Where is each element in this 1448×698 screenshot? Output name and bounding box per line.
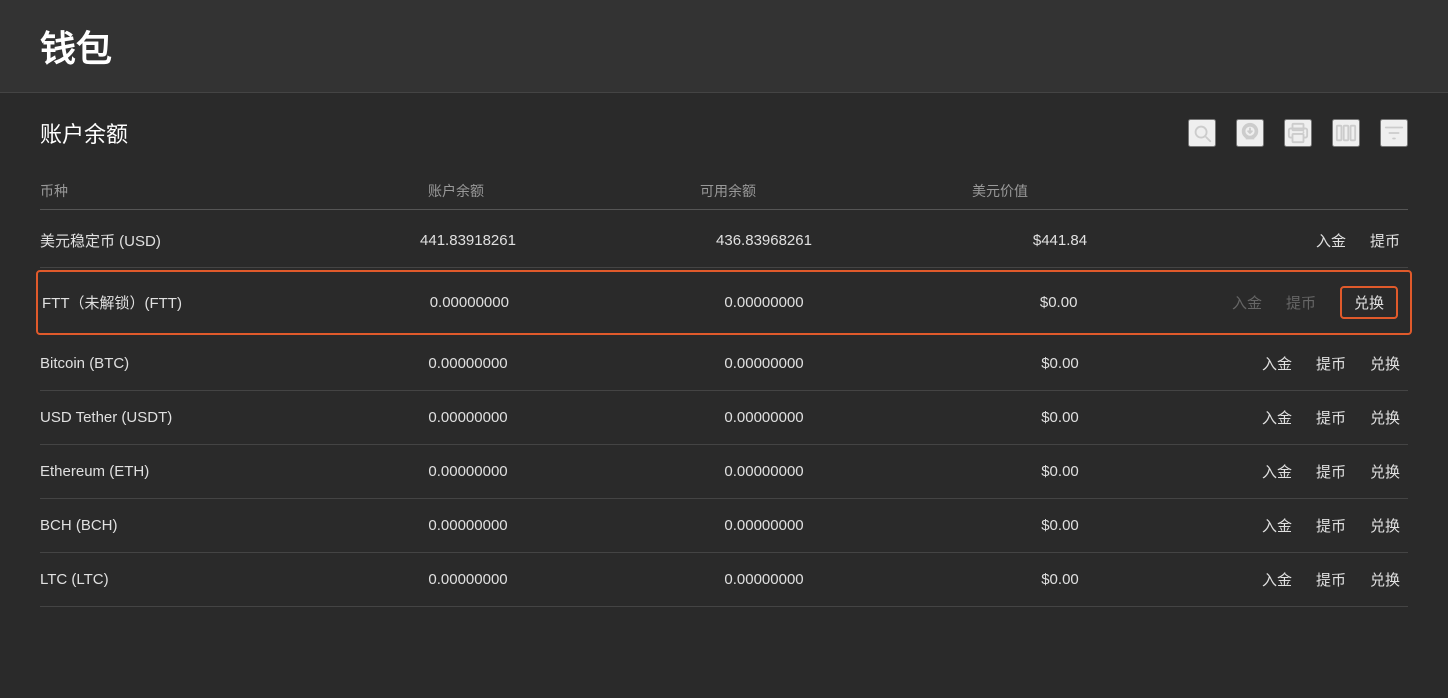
cell-currency: BCH (BCH) [40, 517, 320, 534]
cell-usd-value: $0.00 [911, 294, 1206, 311]
deposit-button[interactable]: 入金 [1262, 515, 1292, 536]
cell-currency: FTT（未解锁）(FTT) [42, 292, 322, 313]
exchange-button[interactable]: 兑换 [1340, 286, 1398, 319]
toolbar-icons [1188, 119, 1408, 147]
search-button[interactable] [1188, 119, 1216, 147]
columns-button[interactable] [1332, 119, 1360, 147]
cell-available: 0.00000000 [617, 294, 912, 311]
cell-available: 0.00000000 [616, 571, 912, 588]
table-row: 美元稳定币 (USD)441.83918261436.83968261$441.… [40, 214, 1408, 268]
cell-available: 436.83968261 [616, 232, 912, 249]
header-available: 可用余额 [592, 181, 864, 201]
cell-usd-value: $0.00 [912, 571, 1208, 588]
print-icon [1287, 122, 1309, 144]
withdraw-button[interactable]: 提币 [1316, 515, 1346, 536]
table-body: 美元稳定币 (USD)441.83918261436.83968261$441.… [40, 214, 1408, 607]
section-header: 账户余额 [40, 117, 1408, 149]
cell-currency: Ethereum (ETH) [40, 463, 320, 480]
print-button[interactable] [1284, 119, 1312, 147]
header-actions [1136, 181, 1408, 201]
cell-currency: USD Tether (USDT) [40, 409, 320, 426]
cell-available: 0.00000000 [616, 463, 912, 480]
table-row: FTT（未解锁）(FTT)0.000000000.00000000$0.00入金… [36, 270, 1412, 335]
deposit-button[interactable]: 入金 [1262, 569, 1292, 590]
columns-icon [1335, 122, 1357, 144]
search-icon [1191, 122, 1213, 144]
cell-currency: LTC (LTC) [40, 571, 320, 588]
exchange-button[interactable]: 兑换 [1370, 515, 1400, 536]
table-row: USD Tether (USDT)0.000000000.00000000$0.… [40, 391, 1408, 445]
table-row: Ethereum (ETH)0.000000000.00000000$0.00入… [40, 445, 1408, 499]
section-title: 账户余额 [40, 117, 128, 149]
cell-balance: 0.00000000 [320, 409, 616, 426]
download-button[interactable] [1236, 119, 1264, 147]
exchange-button[interactable]: 兑换 [1370, 569, 1400, 590]
withdraw-button[interactable]: 提币 [1316, 461, 1346, 482]
cell-currency: Bitcoin (BTC) [40, 355, 320, 372]
cell-available: 0.00000000 [616, 517, 912, 534]
balance-table: 币种 账户余额 可用余额 美元价值 美元稳定币 (USD)441.8391826… [40, 173, 1408, 607]
main-content: 账户余额 [0, 93, 1448, 631]
cell-actions: 入金 提币 兑换 [1208, 461, 1408, 482]
cell-usd-value: $0.00 [912, 463, 1208, 480]
download-icon [1239, 122, 1261, 144]
header-balance: 账户余额 [320, 181, 592, 201]
cell-balance: 0.00000000 [320, 463, 616, 480]
deposit-button[interactable]: 入金 [1262, 461, 1292, 482]
header-usd-value: 美元价值 [864, 181, 1136, 201]
page-header: 钱包 [0, 0, 1448, 93]
exchange-button[interactable]: 兑换 [1370, 353, 1400, 374]
cell-available: 0.00000000 [616, 409, 912, 426]
cell-balance: 0.00000000 [320, 571, 616, 588]
cell-usd-value: $0.00 [912, 355, 1208, 372]
cell-balance: 0.00000000 [320, 355, 616, 372]
deposit-button[interactable]: 入金 [1316, 230, 1346, 251]
withdraw-button[interactable]: 提币 [1316, 569, 1346, 590]
page-title: 钱包 [40, 20, 1408, 72]
table-row: LTC (LTC)0.000000000.00000000$0.00入金提币兑换 [40, 553, 1408, 607]
withdraw-button[interactable]: 提币 [1316, 353, 1346, 374]
header-currency: 币种 [40, 181, 320, 201]
table-header: 币种 账户余额 可用余额 美元价值 [40, 173, 1408, 210]
filter-button[interactable] [1380, 119, 1408, 147]
cell-available: 0.00000000 [616, 355, 912, 372]
cell-balance: 441.83918261 [320, 232, 616, 249]
cell-usd-value: $0.00 [912, 409, 1208, 426]
cell-actions: 入金 提币 兑换 [1208, 407, 1408, 428]
cell-balance: 0.00000000 [322, 294, 617, 311]
table-row: Bitcoin (BTC)0.000000000.00000000$0.00入金… [40, 337, 1408, 391]
table-row: BCH (BCH)0.000000000.00000000$0.00入金提币兑换 [40, 499, 1408, 553]
withdraw-button: 提币 [1286, 292, 1316, 313]
withdraw-button[interactable]: 提币 [1370, 230, 1400, 251]
deposit-button[interactable]: 入金 [1262, 407, 1292, 428]
exchange-button[interactable]: 兑换 [1370, 407, 1400, 428]
cell-actions: 入金 提币 兑换 [1208, 515, 1408, 536]
cell-actions: 入金 提币 兑换 [1208, 353, 1408, 374]
cell-currency: 美元稳定币 (USD) [40, 230, 320, 251]
cell-balance: 0.00000000 [320, 517, 616, 534]
cell-usd-value: $0.00 [912, 517, 1208, 534]
deposit-button: 入金 [1232, 292, 1262, 313]
cell-actions: 入金 提币 兑换 [1208, 569, 1408, 590]
deposit-button[interactable]: 入金 [1262, 353, 1292, 374]
cell-usd-value: $441.84 [912, 232, 1208, 249]
cell-actions: 入金 提币 兑换 [1206, 286, 1406, 319]
cell-actions: 入金 提币 [1208, 230, 1408, 251]
withdraw-button[interactable]: 提币 [1316, 407, 1346, 428]
exchange-button[interactable]: 兑换 [1370, 461, 1400, 482]
filter-icon [1383, 122, 1405, 144]
